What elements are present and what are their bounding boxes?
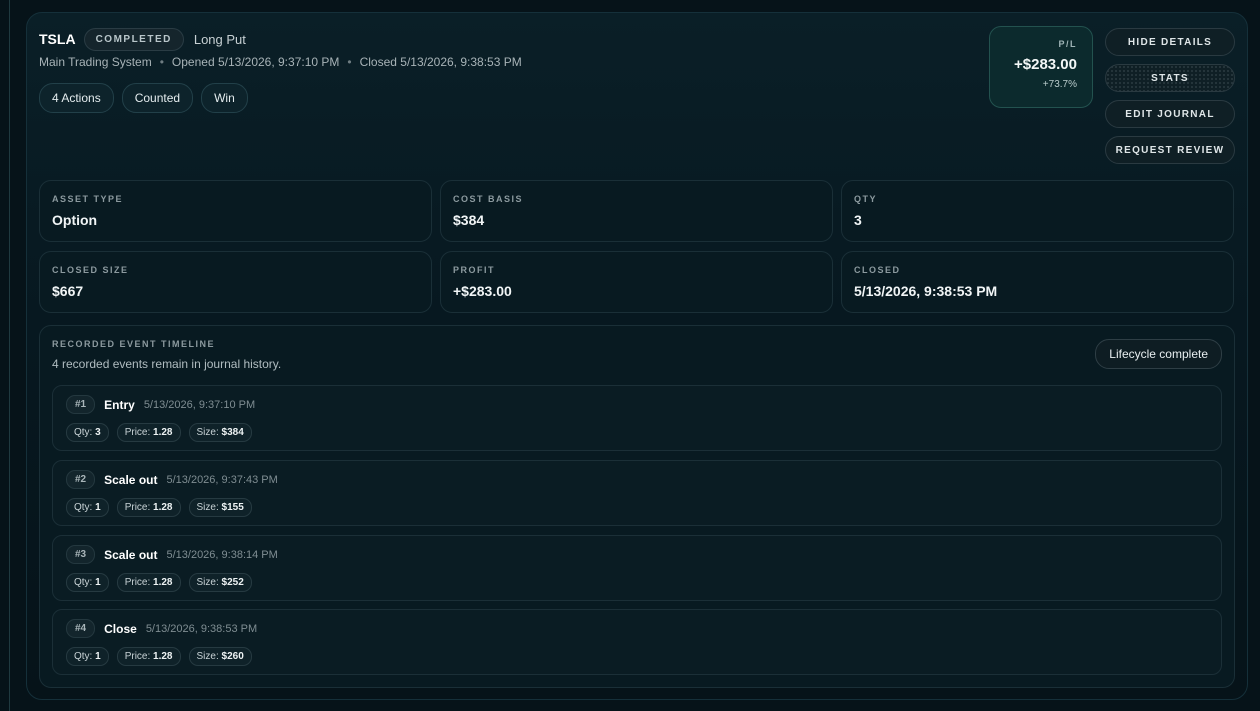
event-header: #4 Close 5/13/2026, 9:38:53 PM: [66, 619, 257, 638]
chip-counted: Counted: [121, 83, 194, 113]
event-number: #1: [66, 395, 96, 414]
stat-value: 5/13/2026, 9:38:53 PM: [854, 283, 998, 299]
status-badge: COMPLETED: [83, 27, 184, 51]
event-price: Price: 1.28: [116, 573, 181, 592]
event-header: #2 Scale out 5/13/2026, 9:37:43 PM: [66, 470, 278, 489]
trade-header: TSLA COMPLETED Long Put Main Trading Sys…: [39, 27, 522, 113]
event-time: 5/13/2026, 9:38:14 PM: [166, 548, 278, 561]
stat-label: QTY: [854, 194, 878, 204]
pl-percent: +73.7%: [1042, 79, 1077, 90]
stat-profit: PROFIT +$283.00: [440, 251, 833, 313]
event-number: #2: [66, 470, 96, 489]
event-qty: Qty: 1: [66, 647, 109, 666]
request-review-button[interactable]: REQUEST REVIEW: [1105, 136, 1235, 164]
event-timeline: RECORDED EVENT TIMELINE 4 recorded event…: [39, 325, 1235, 688]
event-number: #4: [66, 619, 96, 638]
event-qty: Qty: 3: [66, 423, 109, 442]
stat-closed-size: CLOSED SIZE $667: [39, 251, 432, 313]
chip-win: Win: [201, 83, 248, 113]
event-name: Scale out: [104, 547, 158, 562]
lifecycle-badge: Lifecycle complete: [1095, 339, 1222, 369]
title-row: TSLA COMPLETED Long Put: [39, 27, 522, 51]
stat-qty: QTY 3: [841, 180, 1234, 242]
event-details: Qty: 1 Price: 1.28 Size: $252: [66, 573, 252, 592]
stat-label: CLOSED SIZE: [52, 265, 129, 275]
stat-value: 3: [854, 212, 862, 228]
trade-meta: Main Trading System • Opened 5/13/2026, …: [39, 55, 522, 69]
closed-time: Closed 5/13/2026, 9:38:53 PM: [359, 55, 522, 69]
timeline-event: #1 Entry 5/13/2026, 9:37:10 PM Qty: 3 Pr…: [52, 385, 1222, 451]
system-name: Main Trading System: [39, 55, 152, 69]
event-qty: Qty: 1: [66, 498, 109, 517]
ticker: TSLA: [39, 31, 76, 47]
event-time: 5/13/2026, 9:38:53 PM: [145, 622, 258, 635]
edit-journal-button[interactable]: EDIT JOURNAL: [1105, 100, 1235, 128]
stat-value: +$283.00: [453, 283, 512, 299]
event-name: Close: [104, 621, 137, 636]
event-price: Price: 1.28: [116, 423, 181, 442]
event-time: 5/13/2026, 9:37:10 PM: [143, 398, 256, 411]
event-details: Qty: 1 Price: 1.28 Size: $260: [66, 647, 252, 666]
stat-label: COST BASIS: [453, 194, 524, 204]
event-size: Size: $260: [188, 647, 252, 666]
trade-chips: 4 Actions Counted Win: [39, 83, 522, 113]
event-details: Qty: 3 Price: 1.28 Size: $384: [66, 423, 252, 442]
event-header: #1 Entry 5/13/2026, 9:37:10 PM: [66, 395, 255, 414]
pl-value: +$283.00: [1014, 56, 1077, 73]
stat-cost-basis: COST BASIS $384: [440, 180, 833, 242]
event-size: Size: $155: [188, 498, 252, 517]
stats-button[interactable]: STATS: [1105, 64, 1235, 92]
pl-summary: P/L +$283.00 +73.7%: [989, 26, 1093, 108]
stat-value: Option: [52, 212, 98, 228]
stat-value: $667: [52, 283, 84, 299]
chip-actions: 4 Actions: [39, 83, 114, 113]
event-number: #3: [66, 545, 96, 564]
stat-label: CLOSED: [854, 265, 901, 275]
event-name: Scale out: [104, 472, 158, 487]
stat-value: $384: [453, 212, 485, 228]
stats-grid: ASSET TYPE Option COST BASIS $384 QTY 3 …: [39, 180, 1235, 313]
separator-dot: •: [159, 55, 164, 69]
event-qty: Qty: 1: [66, 573, 109, 592]
event-details: Qty: 1 Price: 1.28 Size: $155: [66, 498, 252, 517]
timeline-event: #2 Scale out 5/13/2026, 9:37:43 PM Qty: …: [52, 460, 1222, 526]
separator-dot: •: [347, 55, 352, 69]
event-price: Price: 1.28: [116, 647, 181, 666]
left-divider: [9, 0, 10, 711]
event-name: Entry: [104, 397, 135, 412]
stat-closed: CLOSED 5/13/2026, 9:38:53 PM: [841, 251, 1234, 313]
trade-card: TSLA COMPLETED Long Put Main Trading Sys…: [26, 12, 1248, 700]
action-buttons: HIDE DETAILS STATS EDIT JOURNAL REQUEST …: [1105, 28, 1235, 172]
stat-label: ASSET TYPE: [52, 194, 124, 204]
event-size: Size: $252: [188, 573, 252, 592]
pl-label: P/L: [1058, 39, 1077, 49]
strategy-label: Long Put: [193, 31, 246, 47]
stat-asset-type: ASSET TYPE Option: [39, 180, 432, 242]
event-price: Price: 1.28: [116, 498, 181, 517]
hide-details-button[interactable]: HIDE DETAILS: [1105, 28, 1235, 56]
timeline-event: #3 Scale out 5/13/2026, 9:38:14 PM Qty: …: [52, 535, 1222, 601]
timeline-subtitle: 4 recorded events remain in journal hist…: [52, 357, 282, 371]
timeline-event: #4 Close 5/13/2026, 9:38:53 PM Qty: 1 Pr…: [52, 609, 1222, 675]
event-size: Size: $384: [188, 423, 252, 442]
event-time: 5/13/2026, 9:37:43 PM: [166, 473, 278, 486]
timeline-label: RECORDED EVENT TIMELINE: [52, 339, 216, 349]
stat-label: PROFIT: [453, 265, 495, 275]
opened-time: Opened 5/13/2026, 9:37:10 PM: [171, 55, 340, 69]
event-header: #3 Scale out 5/13/2026, 9:38:14 PM: [66, 545, 278, 564]
